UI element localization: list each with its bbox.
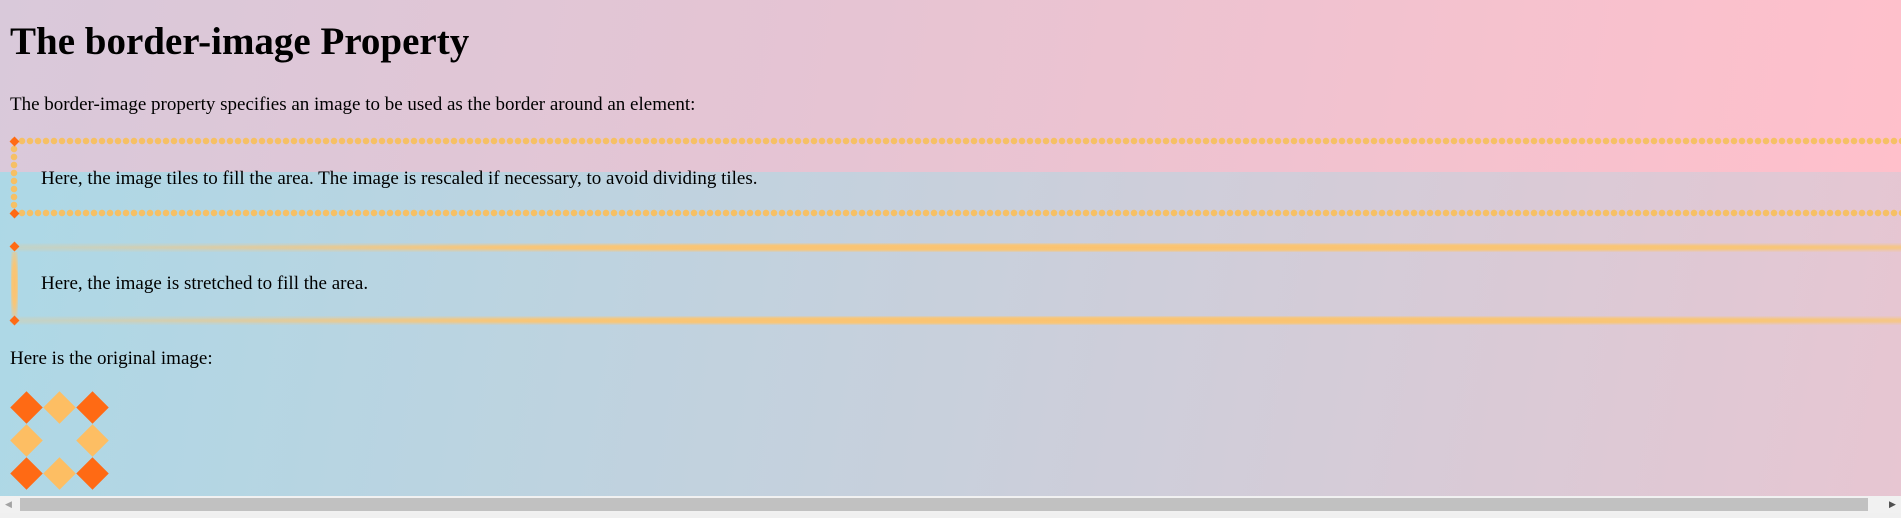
top-border-stretched xyxy=(10,243,1901,252)
diamond-icon xyxy=(43,457,76,490)
page-title: The border-image Property xyxy=(10,20,470,63)
left-border-tiles xyxy=(10,145,18,209)
top-border-tiles xyxy=(10,137,1901,145)
tiled-box-text: Here, the image tiles to fill the area. … xyxy=(41,168,758,189)
page-content: The border-image Property The border-ima… xyxy=(0,0,1901,496)
diamond-icon xyxy=(10,391,43,424)
scroll-right-arrow-icon[interactable]: ▶ xyxy=(1884,496,1901,513)
stretched-box-text: Here, the image is stretched to fill the… xyxy=(41,273,369,294)
diamond-icon xyxy=(10,424,43,457)
intro-paragraph: The border-image property specifies an i… xyxy=(10,94,696,115)
diamond-icon xyxy=(43,391,76,424)
diamond-icon xyxy=(10,457,43,490)
diamond-pattern-image xyxy=(10,391,110,491)
diamond-icon xyxy=(76,457,109,490)
bottom-border-stretched xyxy=(10,316,1901,325)
original-image-label: Here is the original image: xyxy=(10,348,213,369)
scrollbar-thumb[interactable] xyxy=(20,498,1868,511)
horizontal-scrollbar[interactable]: ◀ ▶ xyxy=(0,496,1901,513)
diamond-icon xyxy=(76,391,109,424)
window-bottom-edge xyxy=(0,513,1901,518)
bottom-border-tiles xyxy=(10,209,1901,217)
scroll-left-arrow-icon[interactable]: ◀ xyxy=(0,496,17,513)
left-border-stretched xyxy=(11,252,18,316)
tiled-border-box: Here, the image tiles to fill the area. … xyxy=(9,136,1901,219)
diamond-icon xyxy=(76,424,109,457)
stretched-border-box: Here, the image is stretched to fill the… xyxy=(9,241,1901,326)
